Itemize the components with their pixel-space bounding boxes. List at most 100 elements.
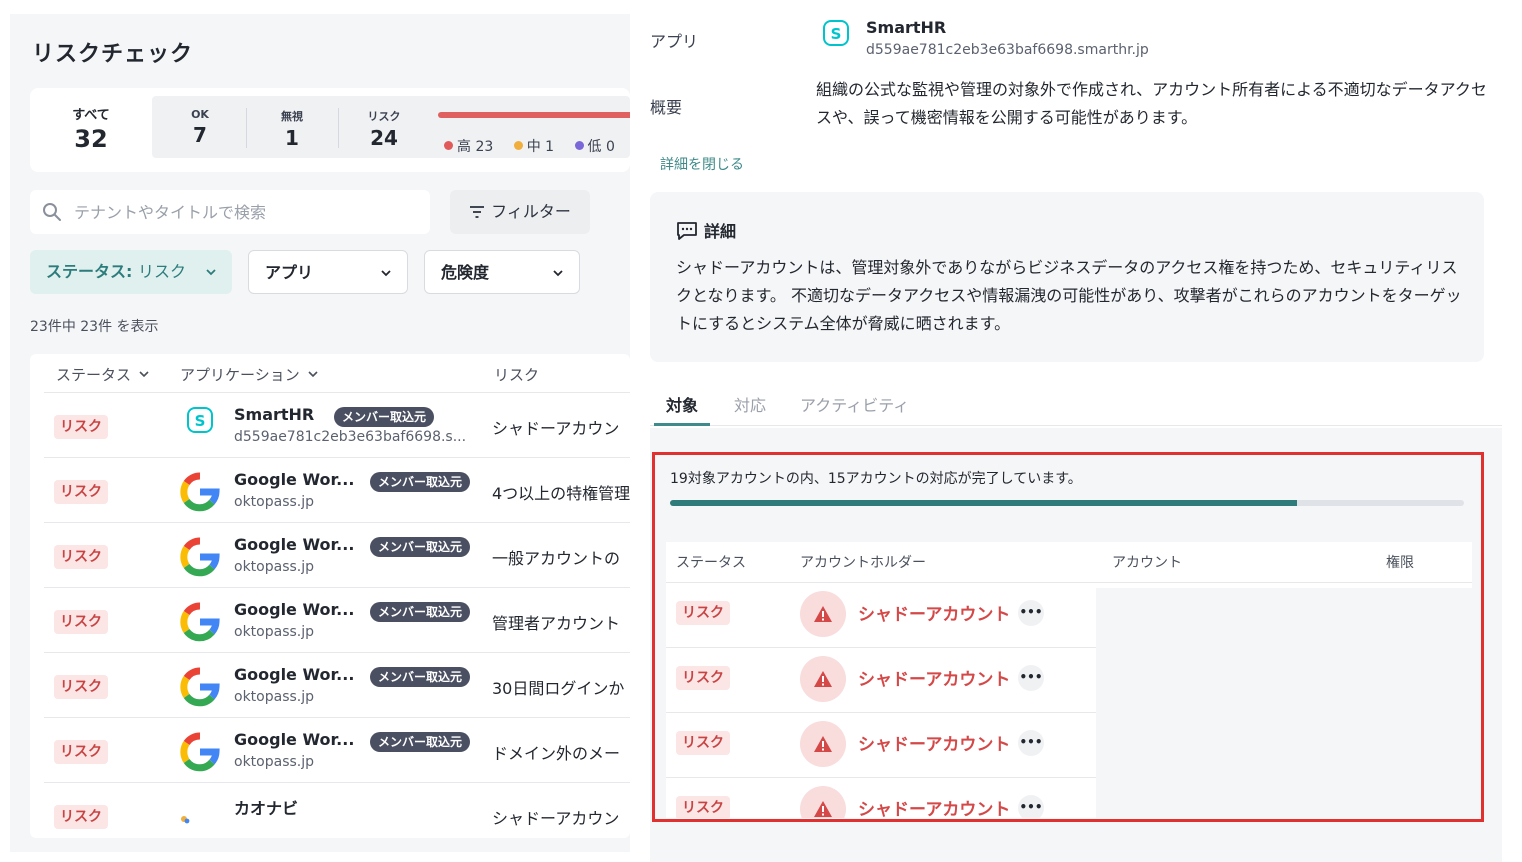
summary-ignored-label: 無視 xyxy=(281,110,303,123)
column-header-application-label: アプリケーション xyxy=(180,366,300,384)
status-badge: リスク xyxy=(54,805,108,829)
search-input[interactable] xyxy=(74,198,414,226)
status-dropdown-value: リスク xyxy=(137,262,186,281)
table-row[interactable]: リスク Google Wor... メンバー取込元 oktopass.jp 30日間ログ… xyxy=(44,652,630,717)
app-label: アプリ xyxy=(650,32,699,51)
table-row[interactable]: リスク Google Wor... メンバー取込元 oktopass.jp ドメイン外の… xyxy=(44,717,630,782)
summary-text: 組織の公式な監視や管理の対象外で作成され、アカウント所有者による不適切なデータア… xyxy=(816,80,1487,127)
member-source-tag: メンバー取込元 xyxy=(370,667,471,687)
summary-all-value: 32 xyxy=(74,125,108,153)
summary-risk-value: 24 xyxy=(370,126,398,150)
risk-title: シャドーアカウン xyxy=(492,809,620,828)
summary-status-group: OK 7 無視 1 リスク 24 高 23 中 1 低 0 xyxy=(152,96,630,158)
app-domain: oktopass.jp xyxy=(234,624,315,640)
summary-ok-value: 7 xyxy=(193,123,207,147)
app-name: Google Wor... xyxy=(234,665,355,684)
result-count: 23件中 23件 を表示 xyxy=(30,319,159,335)
risk-title: 30日間ログインか xyxy=(492,679,625,698)
chevron-down-icon xyxy=(139,371,149,378)
risk-title: ドメイン外のメー xyxy=(492,744,621,763)
risk-title: 一般アカウントの xyxy=(492,549,621,568)
tab-activity[interactable]: アクティビティ xyxy=(800,392,909,416)
risk-title: シャドーアカウン xyxy=(492,419,620,438)
status-badge: リスク xyxy=(54,610,108,634)
smarthr-logo: S xyxy=(823,20,849,46)
dot-icon xyxy=(444,141,453,150)
app-name: Google Wor... xyxy=(234,730,355,749)
kaonavi-logo xyxy=(181,816,190,824)
app-domain: oktopass.jp xyxy=(234,689,315,705)
detail-heading-label: 詳細 xyxy=(704,222,737,241)
app-logo xyxy=(178,472,222,512)
risk-level-bar xyxy=(438,112,630,118)
detail-text: シャドーアカウントは、管理対象外でありながらビジネスデータのアクセス権を持つため… xyxy=(676,258,1462,333)
status-dropdown[interactable]: ステータス: リスク xyxy=(30,250,232,294)
app-name: SmartHR xyxy=(234,405,315,424)
highlight-box xyxy=(652,452,1484,822)
status-dropdown-label: ステータス: xyxy=(46,262,133,281)
summary-risk[interactable]: リスク 24 xyxy=(338,96,430,158)
app-domain: d559ae781c2eb3e63baf6698.s... xyxy=(234,429,467,445)
table-row[interactable]: リスク S SmartHR メンバー取込元 d559ae781c2eb3e63baf66… xyxy=(44,392,630,457)
detail-box: 詳細 シャドーアカウントは、管理対象外でありながらビジネスデータのアクセス権を持… xyxy=(650,192,1484,362)
column-header-application[interactable]: アプリケーション xyxy=(180,364,318,385)
summary-ignored[interactable]: 無視 1 xyxy=(246,96,338,158)
filter-icon xyxy=(470,206,485,218)
legend-high: 高 23 xyxy=(444,139,493,155)
member-source-tag: メンバー取込元 xyxy=(370,732,471,752)
smarthr-logo: S xyxy=(187,407,213,433)
app-domain: oktopass.jp xyxy=(234,494,315,510)
dot-icon xyxy=(574,141,584,150)
app-name: Google Wor... xyxy=(234,535,355,554)
app-dropdown[interactable]: アプリ xyxy=(248,250,408,294)
status-badge: リスク xyxy=(54,545,108,569)
app-domain: oktopass.jp xyxy=(234,559,315,575)
legend-medium-label: 中 1 xyxy=(526,139,555,155)
summary-all[interactable]: すべて 32 xyxy=(30,88,152,172)
summary-ok[interactable]: OK 7 xyxy=(154,96,246,158)
risk-check-panel: リスクチェック すべて 32 OK 7 無視 1 リスク 24 高 23 中 1… xyxy=(10,14,630,852)
risk-title: 4つ以上の特権管理 xyxy=(492,484,630,503)
legend-medium: 中 1 xyxy=(513,139,555,155)
status-badge: リスク xyxy=(54,415,108,439)
app-domain: oktopass.jp xyxy=(234,754,315,770)
detail-panel: アプリ S SmartHR d559ae781c2eb3e63baf6698.s… xyxy=(630,0,1522,862)
app-name: Google Wor... xyxy=(234,600,355,619)
comment-icon xyxy=(677,222,697,240)
summary-ignored-value: 1 xyxy=(285,126,299,150)
google-logo xyxy=(180,732,220,772)
app-name: カオナビ xyxy=(234,799,299,818)
filter-button[interactable]: フィルター xyxy=(450,190,590,234)
search-icon xyxy=(43,203,61,221)
risk-table: ステータス アプリケーション リスク リスク S SmartHR メンバー取込元 d55… xyxy=(30,354,630,838)
severity-dropdown[interactable]: 危険度 xyxy=(424,250,580,294)
table-row[interactable]: リスク Google Wor... メンバー取込元 oktopass.jp 4つ以上の特… xyxy=(44,457,630,522)
app-logo: S xyxy=(178,407,222,447)
risk-level-legend: 高 23 中 1 低 0 xyxy=(444,136,630,156)
column-header-risk: リスク xyxy=(494,366,540,384)
summary-risk-label: リスク xyxy=(367,110,401,123)
tab-target[interactable]: 対象 xyxy=(666,392,698,416)
app-name: SmartHR xyxy=(866,18,947,37)
active-tab-indicator xyxy=(654,423,710,426)
status-badge: リスク xyxy=(54,740,108,764)
summary-label: 概要 xyxy=(650,98,683,117)
column-header-status-label: ステータス xyxy=(56,366,132,384)
close-details-link[interactable]: 詳細を閉じる xyxy=(660,154,744,174)
page-title: リスクチェック xyxy=(32,42,194,67)
search-box xyxy=(30,190,430,234)
table-row[interactable]: リスク カオナビシャドーアカウン xyxy=(44,782,630,838)
svg-text:S: S xyxy=(195,412,206,430)
app-domain: d559ae781c2eb3e63baf6698.smarthr.jp xyxy=(866,42,1149,58)
tab-response[interactable]: 対応 xyxy=(734,392,766,416)
app-name: Google Wor... xyxy=(234,470,355,489)
app-dropdown-label: アプリ xyxy=(265,263,314,282)
tab-bar: 対象 対応 アクティビティ xyxy=(650,384,1502,426)
column-header-status[interactable]: ステータス xyxy=(56,364,149,385)
table-row[interactable]: リスク Google Wor... メンバー取込元 oktopass.jp 管理者アカウ… xyxy=(44,587,630,652)
member-source-tag: メンバー取込元 xyxy=(370,602,471,622)
chevron-down-icon xyxy=(381,270,391,277)
member-source-tag: メンバー取込元 xyxy=(334,407,435,427)
legend-high-label: 高 23 xyxy=(457,139,494,155)
table-row[interactable]: リスク Google Wor... メンバー取込元 oktopass.jp 一般アカウン… xyxy=(44,522,630,587)
